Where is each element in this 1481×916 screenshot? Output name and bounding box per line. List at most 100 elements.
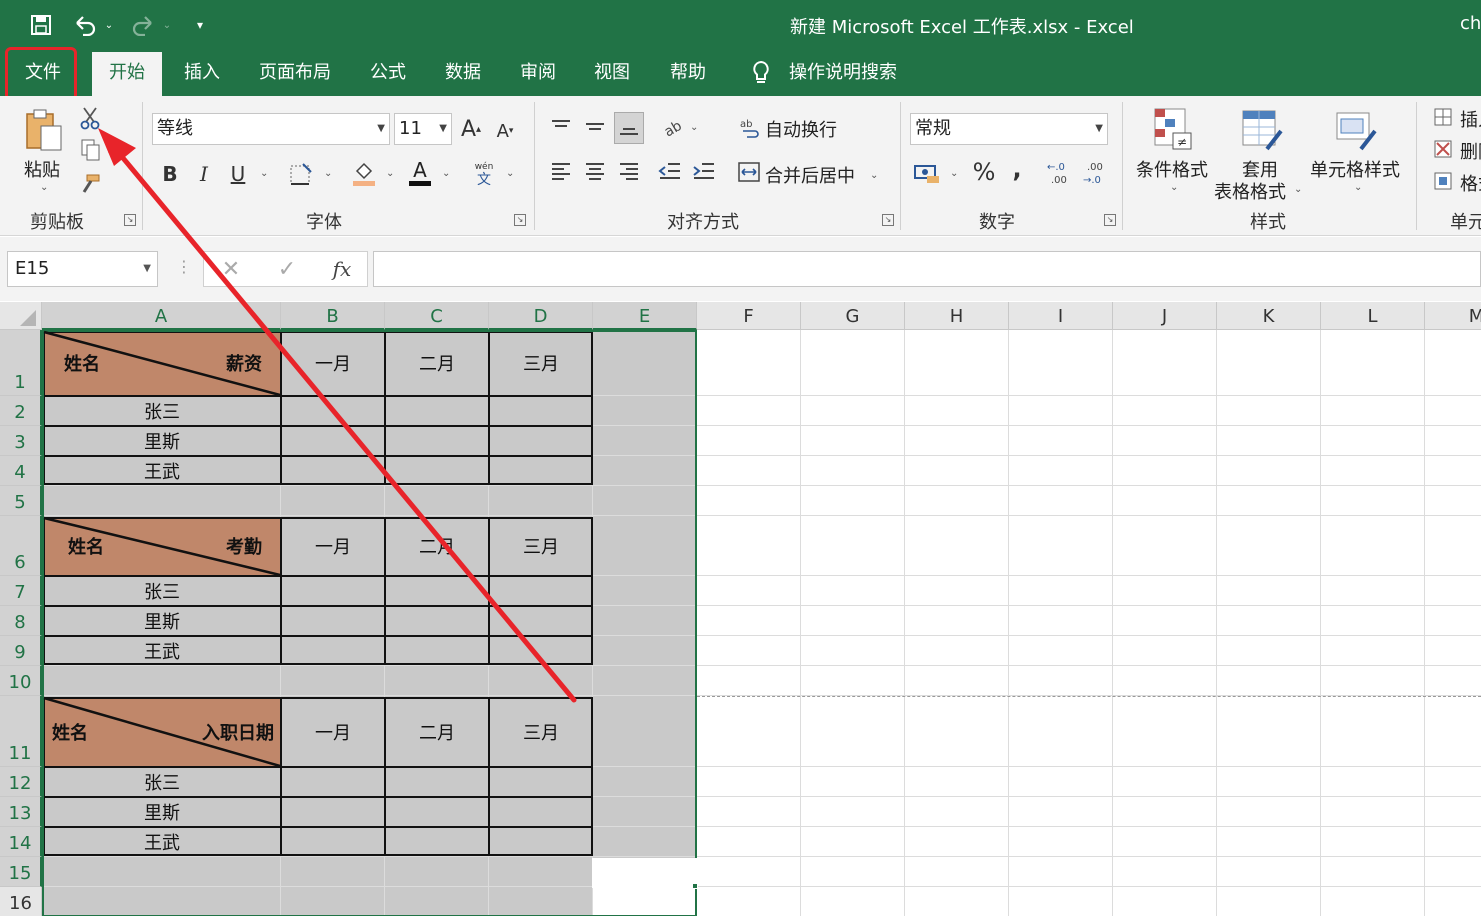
column-header-E[interactable]: E (593, 302, 697, 330)
enter-icon[interactable]: ✓ (274, 256, 300, 282)
undo-icon[interactable] (70, 10, 100, 40)
delete-cells-icon[interactable] (1432, 138, 1456, 160)
column-header-I[interactable]: I (1009, 302, 1113, 330)
number-launcher-icon[interactable]: ↘ (1104, 214, 1116, 226)
fill-color-icon[interactable] (350, 158, 378, 188)
row-header-15[interactable]: 15 (0, 857, 42, 887)
delete-cells-button[interactable]: 删除 (1460, 138, 1481, 164)
accounting-dropdown-icon[interactable]: ⌄ (950, 168, 958, 179)
row-header-2[interactable]: 2 (0, 396, 42, 426)
column-header-B[interactable]: B (281, 302, 385, 330)
underline-dropdown-icon[interactable]: ⌄ (260, 168, 268, 179)
column-header-H[interactable]: H (905, 302, 1009, 330)
align-top-icon[interactable] (548, 114, 574, 140)
cancel-icon[interactable]: ✕ (218, 256, 244, 282)
tab-page-layout[interactable]: 页面布局 (250, 50, 340, 96)
accounting-format-icon[interactable] (912, 160, 942, 186)
conditional-formatting-icon[interactable]: ≠ (1150, 104, 1196, 154)
lightbulb-icon[interactable] (744, 50, 778, 96)
redo-icon[interactable] (128, 10, 158, 40)
align-left-icon[interactable] (548, 158, 574, 184)
row-header-8[interactable]: 8 (0, 606, 42, 636)
increase-decimal-icon[interactable]: ←.0.00 (1044, 158, 1076, 188)
format-as-table-label-2[interactable]: 表格格式 (1214, 178, 1286, 204)
active-cell-E15[interactable] (592, 858, 697, 888)
merge-center-button[interactable]: 合并后居中 (765, 162, 855, 188)
paste-icon[interactable] (22, 106, 66, 154)
tab-help[interactable]: 帮助 (658, 50, 718, 96)
customize-toolbar-icon[interactable]: ▾ (192, 10, 208, 40)
tell-me-search[interactable]: 操作说明搜索 (784, 50, 902, 96)
row-header-6[interactable]: 6 (0, 516, 42, 576)
percent-button[interactable]: % (970, 158, 998, 186)
user-name[interactable]: ch (1460, 13, 1481, 34)
font-launcher-icon[interactable]: ↘ (514, 214, 526, 226)
number-format-select[interactable]: 常规 ▼ (910, 113, 1108, 145)
decrease-font-icon[interactable]: A ▾ (492, 118, 518, 144)
fill-handle[interactable] (692, 883, 698, 889)
insert-cells-button[interactable]: 插入 (1460, 106, 1481, 132)
conditional-formatting-dropdown-icon[interactable]: ⌄ (1170, 182, 1178, 193)
decrease-decimal-icon[interactable]: .00 →.0 (1080, 158, 1112, 188)
increase-indent-icon[interactable] (690, 158, 718, 184)
paste-dropdown-icon[interactable]: ⌄ (40, 182, 48, 193)
formula-input[interactable] (373, 251, 1481, 287)
tab-insert[interactable]: 插入 (170, 50, 234, 96)
row-header-14[interactable]: 14 (0, 827, 42, 857)
row-header-4[interactable]: 4 (0, 456, 42, 486)
borders-icon[interactable] (288, 160, 314, 188)
cell-styles-icon[interactable] (1332, 104, 1378, 154)
font-name-select[interactable]: 等线 ▼ (152, 113, 390, 145)
decrease-indent-icon[interactable] (656, 158, 684, 184)
tab-review[interactable]: 审阅 (508, 50, 568, 96)
tab-view[interactable]: 视图 (582, 50, 642, 96)
merge-dropdown-icon[interactable]: ⌄ (870, 170, 878, 181)
formula-bar-grip-icon[interactable]: ⋮ (176, 257, 192, 276)
column-header-F[interactable]: F (697, 302, 801, 330)
row-header-7[interactable]: 7 (0, 576, 42, 606)
select-all-corner[interactable] (0, 302, 42, 330)
orientation-dropdown-icon[interactable]: ⌄ (690, 122, 698, 133)
column-header-K[interactable]: K (1217, 302, 1321, 330)
font-color-icon[interactable]: A (406, 158, 434, 188)
worksheet-grid[interactable]: ABCDEFGHIJKLM 1 2 3 4 5 6 7 8 9 10 11 12 13 14 15 16 姓名… (0, 302, 1481, 916)
column-header-D[interactable]: D (489, 302, 593, 330)
row-header-5[interactable]: 5 (0, 486, 42, 516)
tab-home[interactable]: 开始 (92, 52, 162, 96)
row-header-9[interactable]: 9 (0, 636, 42, 666)
format-cells-icon[interactable] (1432, 170, 1456, 192)
column-header-J[interactable]: J (1113, 302, 1217, 330)
bold-button[interactable]: B (158, 160, 182, 188)
clipboard-launcher-icon[interactable]: ↘ (124, 214, 136, 226)
comma-button[interactable]: , (1006, 154, 1028, 184)
align-center-icon[interactable] (582, 158, 608, 184)
font-size-select[interactable]: 11 ▼ (394, 113, 452, 145)
borders-dropdown-icon[interactable]: ⌄ (324, 168, 332, 179)
name-box[interactable]: E15 ▼ (7, 251, 158, 287)
row-header-11[interactable]: 11 (0, 696, 42, 767)
cut-icon[interactable] (78, 106, 102, 130)
cell-styles-dropdown-icon[interactable]: ⌄ (1354, 182, 1362, 193)
copy-icon[interactable] (78, 138, 102, 162)
column-header-G[interactable]: G (801, 302, 905, 330)
format-as-table-icon[interactable] (1238, 104, 1284, 154)
align-right-icon[interactable] (616, 158, 642, 184)
align-middle-icon[interactable] (582, 114, 608, 140)
tab-formulas[interactable]: 公式 (358, 50, 418, 96)
tab-data[interactable]: 数据 (434, 50, 492, 96)
insert-cells-icon[interactable] (1432, 106, 1456, 128)
insert-function-button[interactable]: fx (328, 256, 356, 282)
row-header-10[interactable]: 10 (0, 666, 42, 696)
chevron-down-icon[interactable]: ▼ (143, 252, 151, 286)
alignment-launcher-icon[interactable]: ↘ (882, 214, 894, 226)
save-icon[interactable] (26, 10, 56, 40)
cell-styles-button[interactable]: 单元格样式 (1310, 156, 1400, 182)
column-header-C[interactable]: C (385, 302, 489, 330)
wrap-text-icon[interactable]: ab (738, 116, 762, 140)
phonetic-dropdown-icon[interactable]: ⌄ (506, 168, 514, 179)
merge-center-icon[interactable] (736, 160, 762, 184)
fill-color-dropdown-icon[interactable]: ⌄ (386, 168, 394, 179)
row-header-16[interactable]: 16 (0, 887, 42, 916)
format-as-table-dropdown-icon[interactable]: ⌄ (1294, 184, 1302, 195)
wrap-text-button[interactable]: 自动换行 (765, 116, 837, 142)
